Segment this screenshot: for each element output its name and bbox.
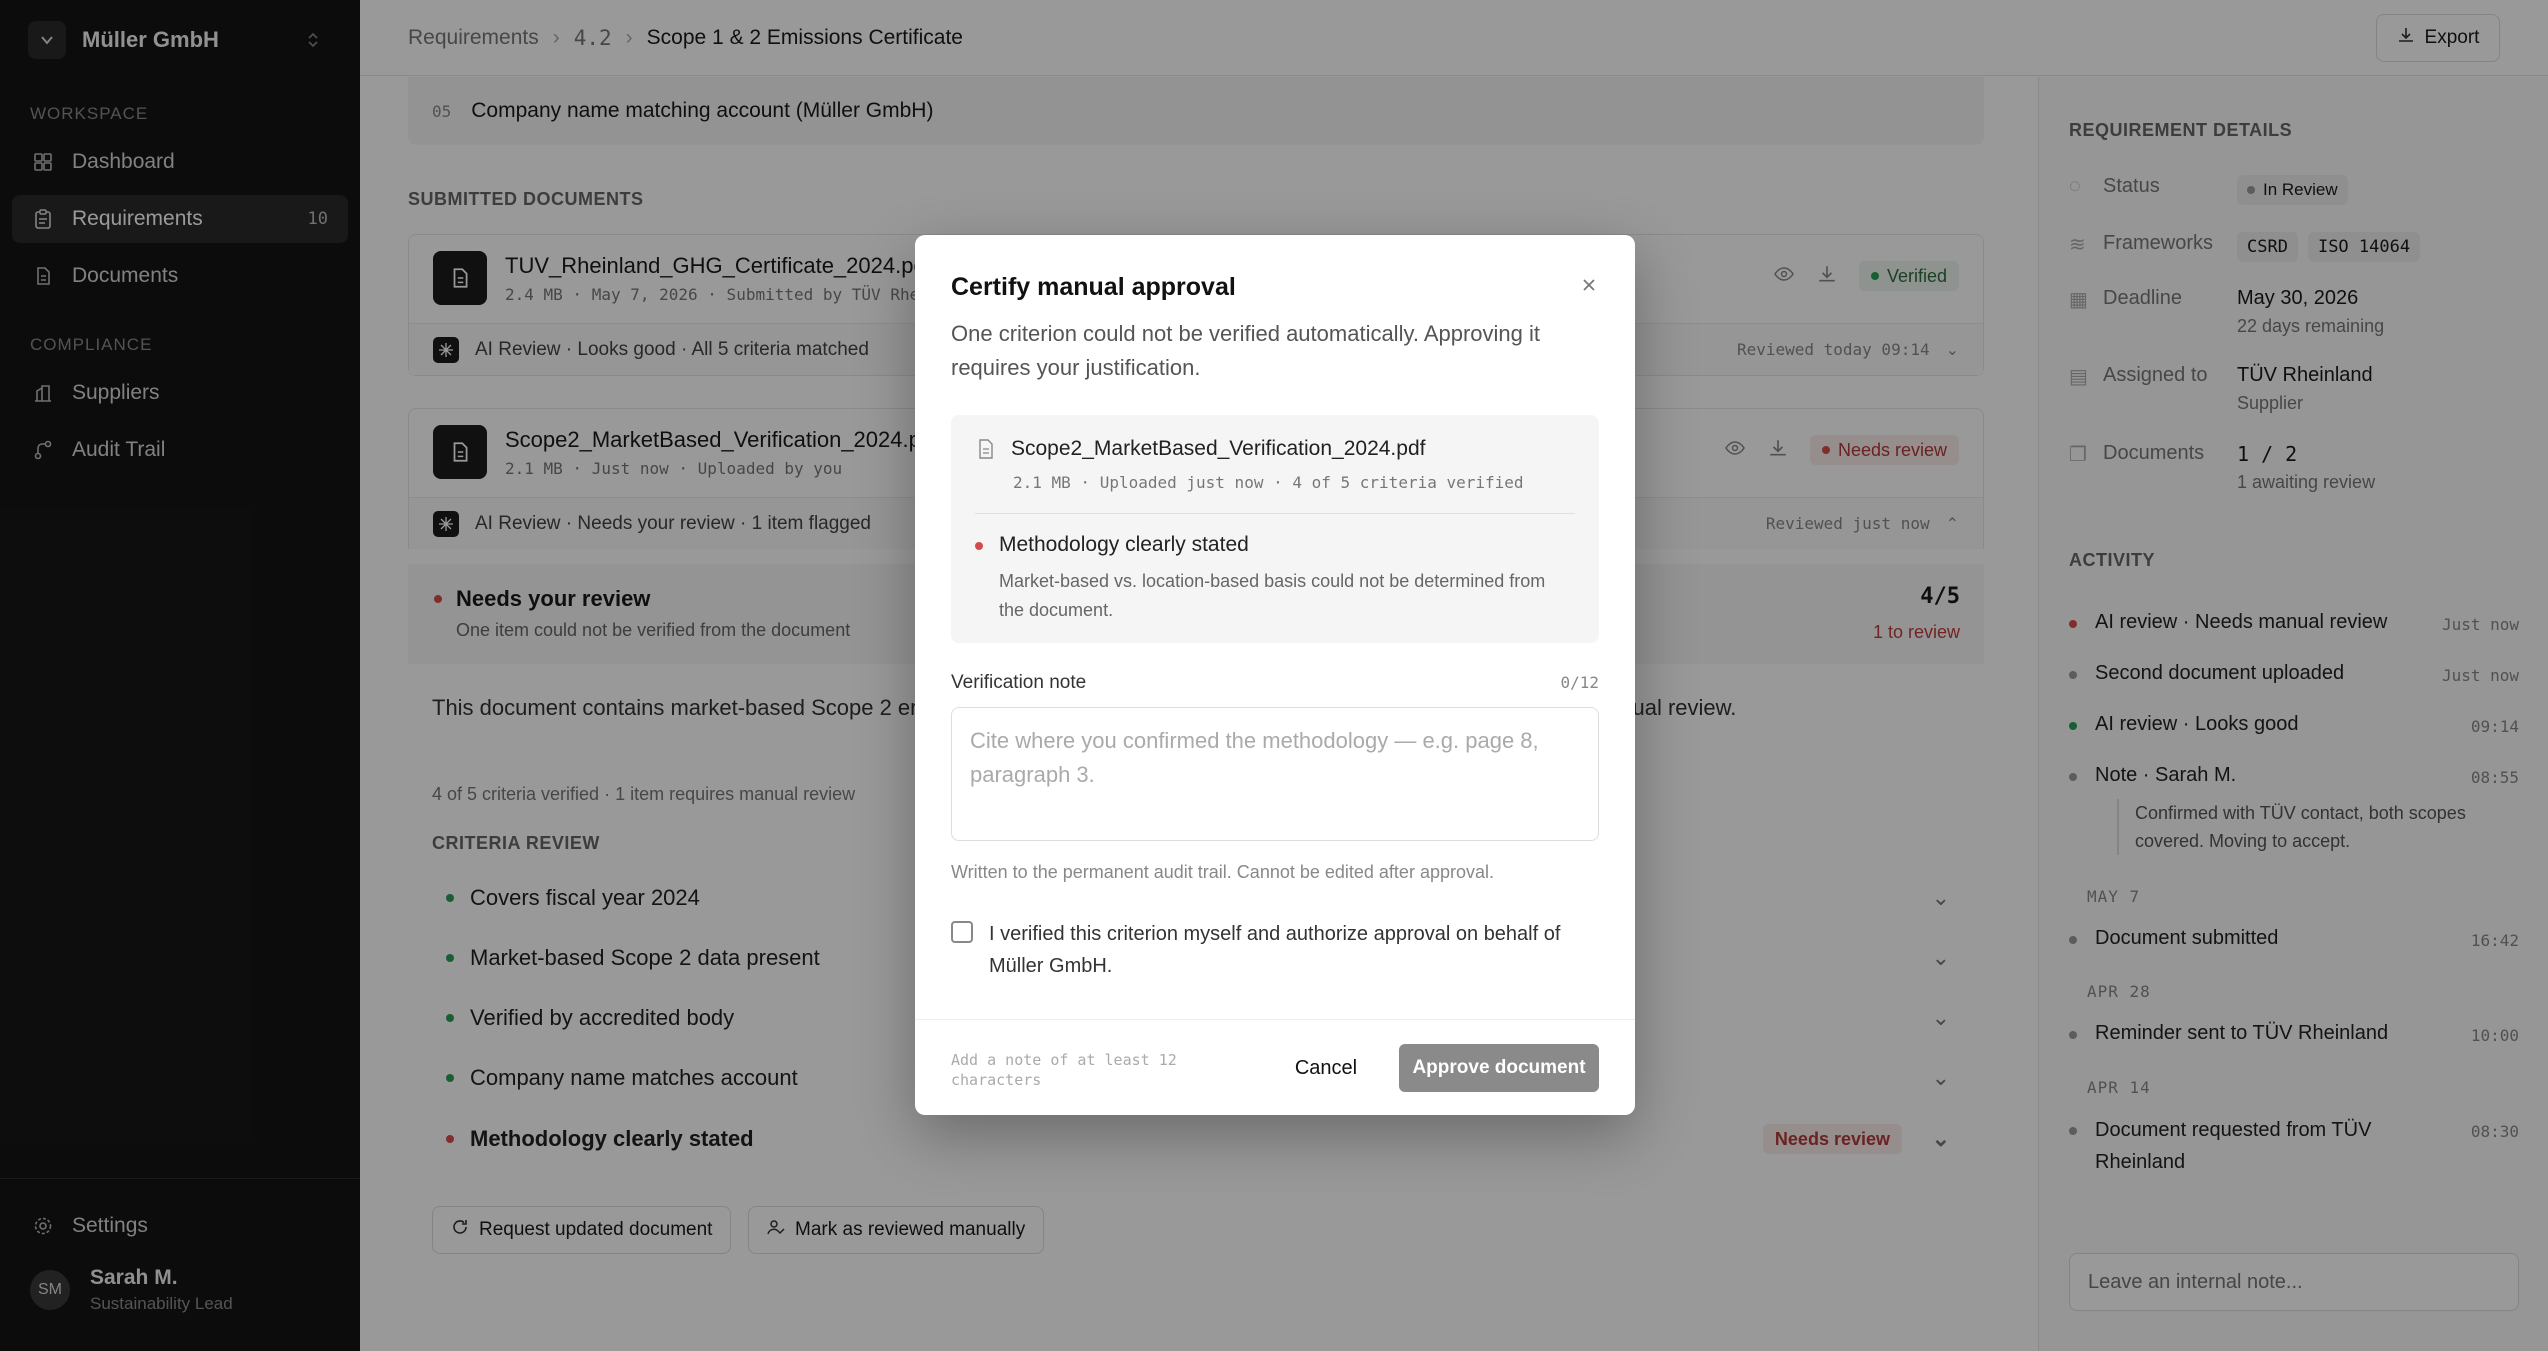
dialog-footer: Add a note of at least 12 characters Can… <box>915 1019 1635 1115</box>
flagged-criterion: Methodology clearly stated <box>999 533 1249 556</box>
approve-document-button[interactable]: Approve document <box>1399 1044 1599 1092</box>
file-name: Scope2_MarketBased_Verification_2024.pdf <box>1011 437 1426 460</box>
footer-hint: Add a note of at least 12 characters <box>951 1051 1177 1089</box>
verification-note-label: Verification note <box>951 672 1087 693</box>
file-meta: 2.1 MB · Uploaded just now · 4 of 5 crit… <box>1013 473 1524 492</box>
authorize-checkbox-label[interactable]: I verified this criterion myself and aut… <box>989 918 1599 982</box>
close-icon[interactable] <box>1577 273 1601 297</box>
status-dot <box>975 542 983 550</box>
document-summary-box: Scope2_MarketBased_Verification_2024.pdf… <box>951 415 1599 643</box>
character-counter: 0/12 <box>1560 673 1599 692</box>
certify-approval-dialog: Certify manual approval One criterion co… <box>915 235 1635 1115</box>
dialog-title: Certify manual approval <box>951 273 1236 301</box>
flagged-criterion-detail: Market-based vs. location-based basis co… <box>999 571 1546 620</box>
verification-note-input[interactable] <box>951 707 1599 841</box>
cancel-button[interactable]: Cancel <box>1279 1044 1373 1092</box>
dialog-description: One criterion could not be verified auto… <box>951 321 1541 380</box>
divider <box>975 513 1575 514</box>
authorize-checkbox[interactable] <box>951 921 973 943</box>
file-icon <box>977 439 995 464</box>
audit-trail-help-text: Written to the permanent audit trail. Ca… <box>951 862 1494 882</box>
